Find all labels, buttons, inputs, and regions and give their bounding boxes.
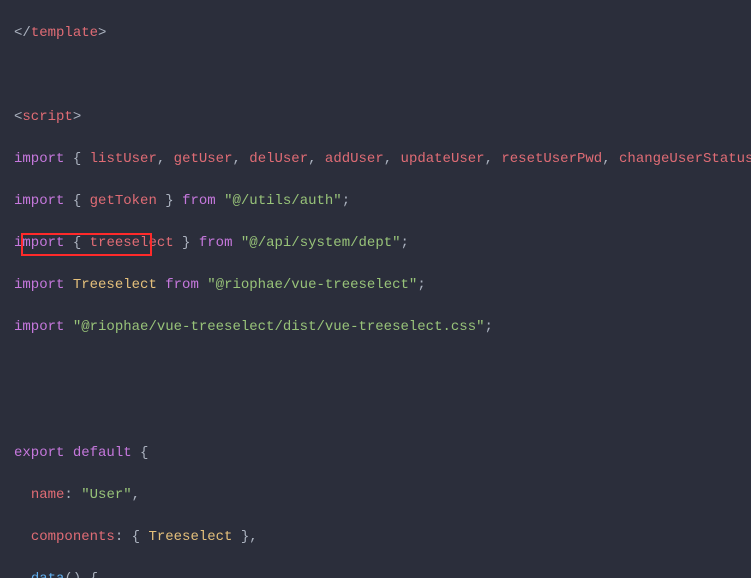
prop-name: name [31, 487, 65, 503]
keyword-from: from [199, 235, 233, 251]
code-editor[interactable]: </template> <script> import { listUser, … [0, 2, 751, 578]
code-line: data() { [14, 569, 751, 578]
keyword-from: from [165, 277, 199, 293]
code-line-blank [14, 65, 751, 86]
import-name: treeselect [90, 235, 174, 251]
keyword-from: from [182, 193, 216, 209]
code-line: import { treeselect } from "@/api/system… [14, 233, 751, 254]
string-literal: "@riophae/vue-treeselect/dist/vue-treese… [73, 319, 485, 335]
code-line: import { listUser, getUser, delUser, add… [14, 149, 751, 170]
keyword-import: import [14, 319, 64, 335]
string-literal: "User" [81, 487, 131, 503]
import-name: delUser [249, 151, 308, 167]
tag-name: template [31, 25, 98, 41]
method-data: data [31, 571, 65, 578]
code-line: import { getToken } from "@/utils/auth"; [14, 191, 751, 212]
code-line: </template> [14, 23, 751, 44]
code-line: <script> [14, 107, 751, 128]
code-line: name: "User", [14, 485, 751, 506]
import-name: getToken [90, 193, 157, 209]
code-line-blank [14, 401, 751, 422]
import-default-name: Treeselect [73, 277, 157, 293]
keyword-import: import [14, 277, 64, 293]
code-line: import Treeselect from "@riophae/vue-tre… [14, 275, 751, 296]
code-line: export default { [14, 443, 751, 464]
string-literal: "@/utils/auth" [224, 193, 342, 209]
import-name: getUser [174, 151, 233, 167]
code-line-blank [14, 359, 751, 380]
keyword-default: default [73, 445, 132, 461]
string-literal: "@riophae/vue-treeselect" [207, 277, 417, 293]
import-name: updateUser [401, 151, 485, 167]
keyword-export: export [14, 445, 64, 461]
tag-name: script [22, 109, 72, 125]
tag-open: </ [14, 25, 31, 41]
import-name: listUser [90, 151, 157, 167]
prop-components: components [31, 529, 115, 545]
import-name: addUser [325, 151, 384, 167]
component-ref: Treeselect [148, 529, 232, 545]
keyword-import: import [14, 235, 64, 251]
import-name: changeUserStatus [619, 151, 751, 167]
import-name: resetUserPwd [501, 151, 602, 167]
code-line: components: { Treeselect }, [14, 527, 751, 548]
string-literal: "@/api/system/dept" [241, 235, 401, 251]
keyword-import: import [14, 193, 64, 209]
keyword-import: import [14, 151, 64, 167]
tag-close: > [98, 25, 106, 41]
code-line: import "@riophae/vue-treeselect/dist/vue… [14, 317, 751, 338]
tag-close: > [73, 109, 81, 125]
